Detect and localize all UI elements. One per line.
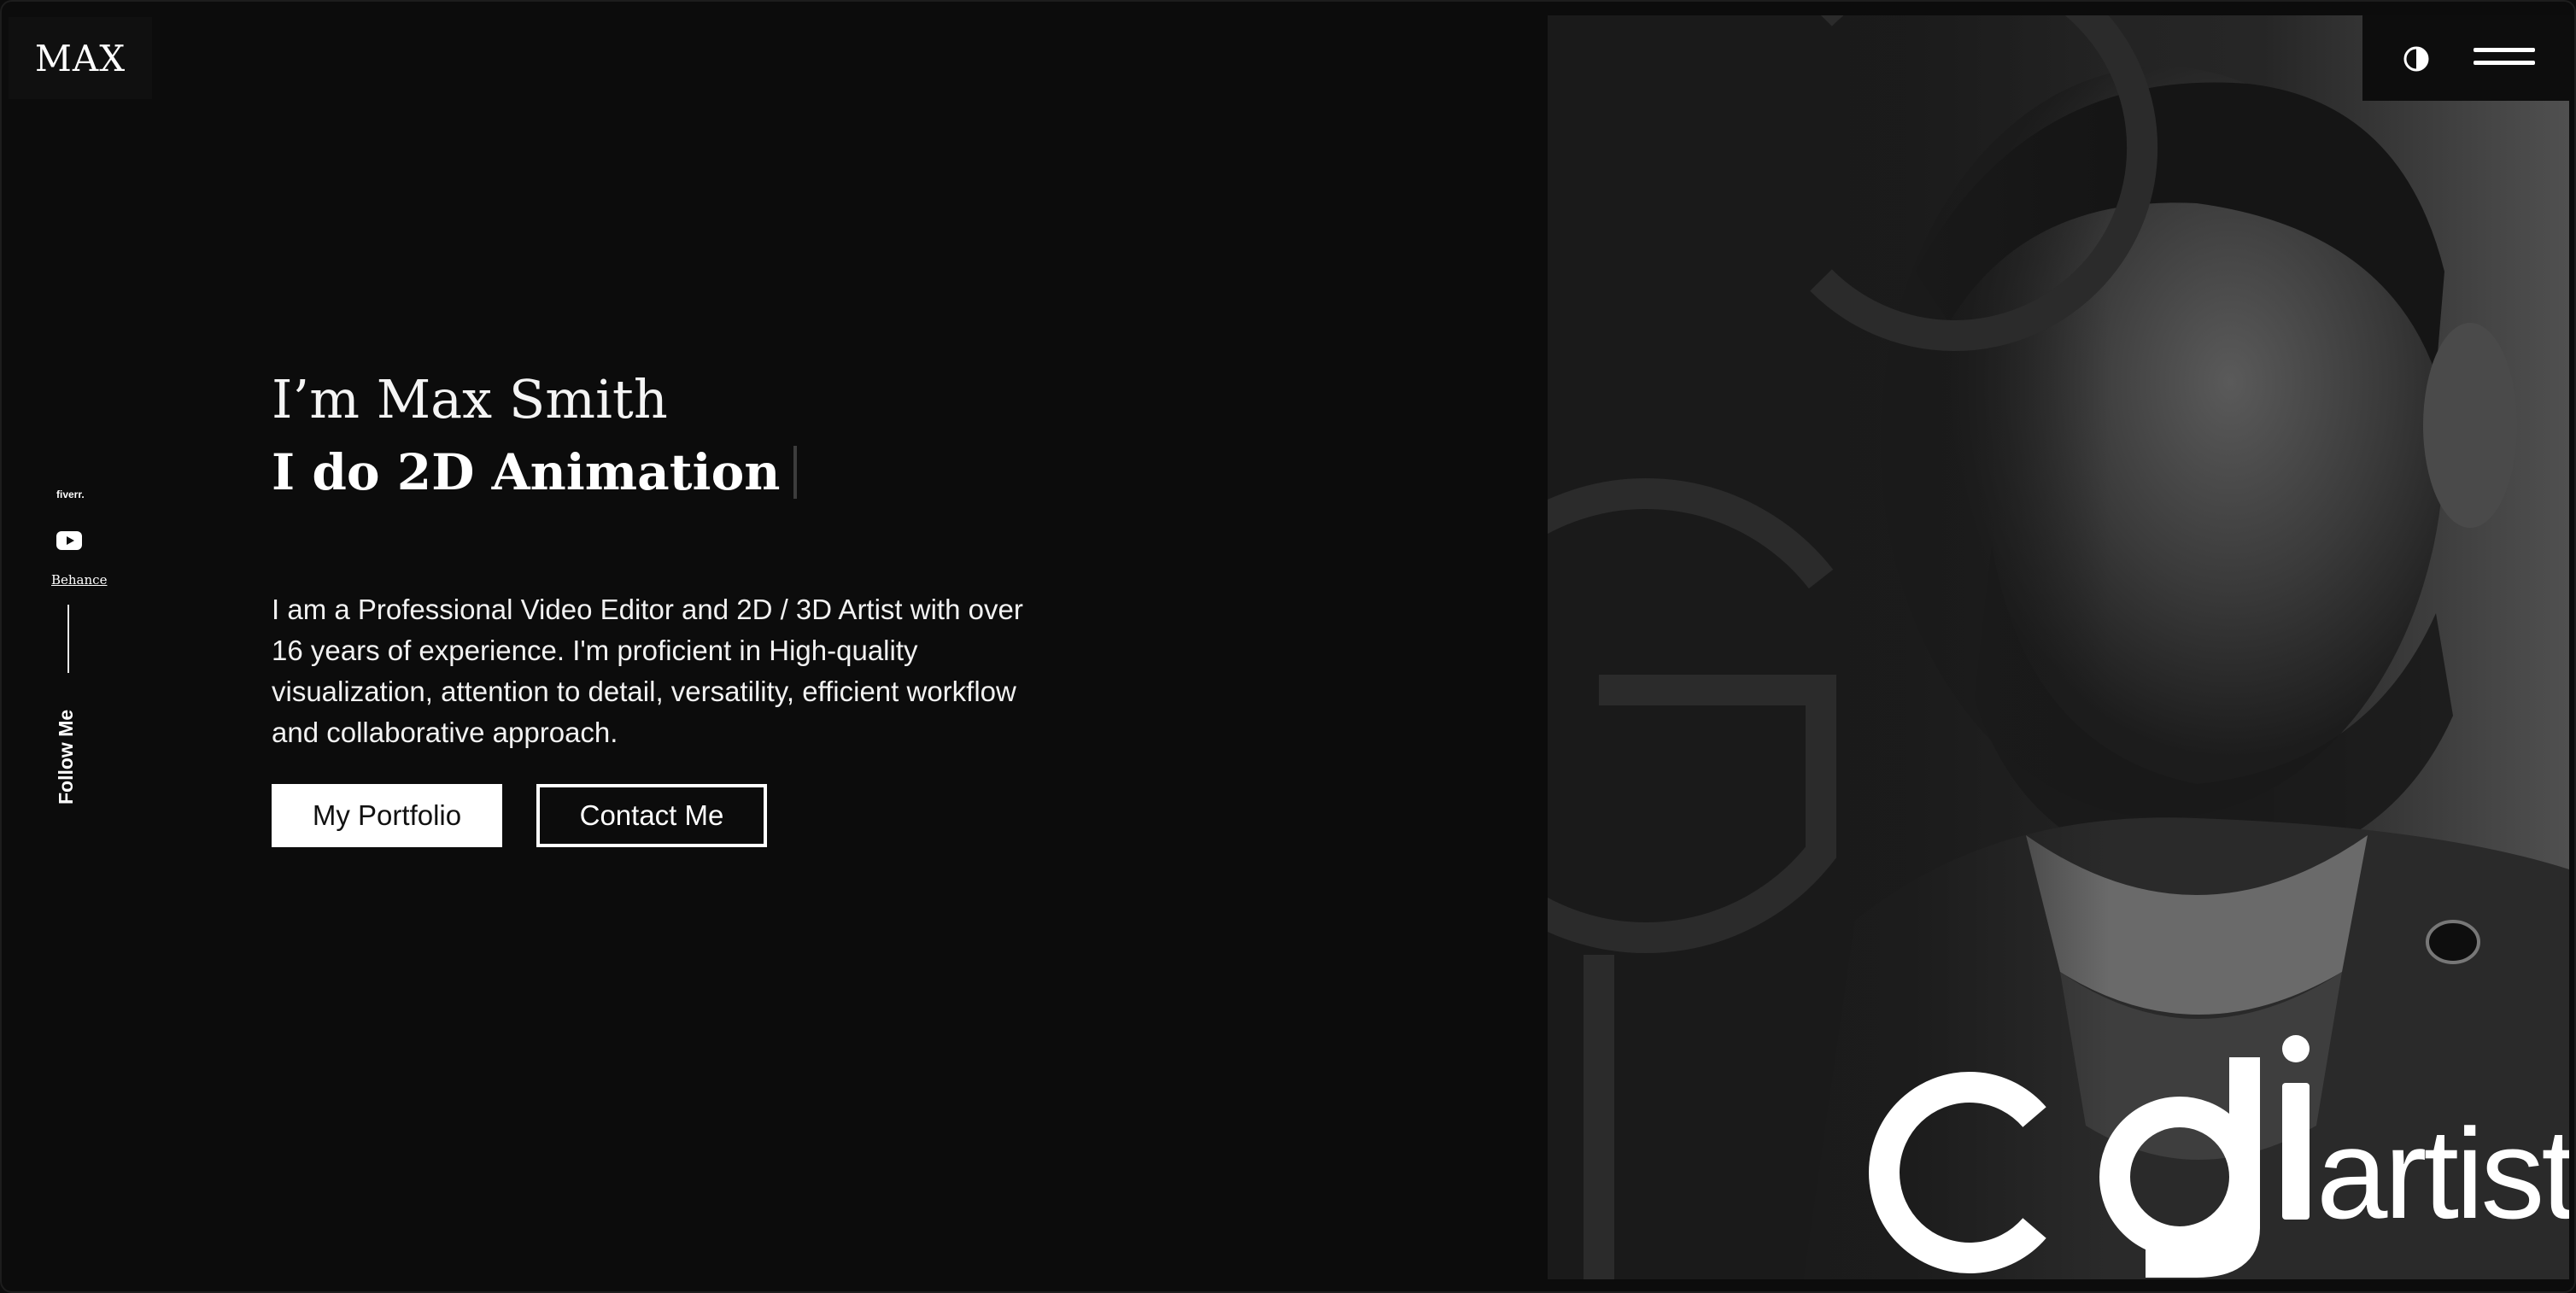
hero-buttons: My Portfolio Contact Me xyxy=(272,784,767,847)
typing-caret xyxy=(793,446,798,499)
hero-bio: I am a Professional Video Editor and 2D … xyxy=(272,594,1023,748)
hero-greeting: I’m Max Smith xyxy=(272,368,668,430)
behance-link[interactable]: Behance xyxy=(51,572,107,588)
hero-role-row: I do 2D Animation xyxy=(272,434,1074,511)
rail-divider xyxy=(67,605,69,673)
menu-bar xyxy=(2474,48,2535,52)
hamburger-menu-icon[interactable] xyxy=(2474,48,2535,70)
menu-bar xyxy=(2474,61,2535,65)
portrait-illustration: artist xyxy=(1548,15,2569,1279)
my-portfolio-button[interactable]: My Portfolio xyxy=(272,784,502,847)
youtube-icon[interactable] xyxy=(56,531,82,550)
follow-me-label: Follow Me xyxy=(55,709,77,804)
contrast-icon[interactable] xyxy=(2403,46,2429,72)
hero-section: I’m Max Smith I do 2D Animation I am a P… xyxy=(272,360,1074,781)
hero-image: artist xyxy=(1548,15,2569,1279)
fiverr-link[interactable]: fiverr. xyxy=(56,489,85,500)
site-logo[interactable]: MAX xyxy=(35,38,126,79)
page-frame: MAX fiverr. Behance Follow Me I’m Max Sm… xyxy=(0,0,2576,1293)
overlay-logo-text: artist xyxy=(2316,1102,2569,1245)
hero-role: I do 2D Animation xyxy=(272,443,781,501)
top-toolbar xyxy=(2362,15,2571,101)
contact-me-button[interactable]: Contact Me xyxy=(536,784,767,847)
logo-container[interactable]: MAX xyxy=(9,17,152,99)
